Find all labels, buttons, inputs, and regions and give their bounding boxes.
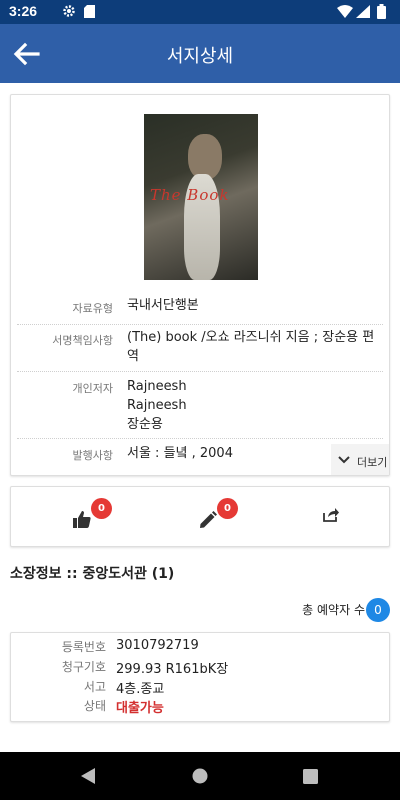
info-row-personal-author: 개인저자 Rajneesh Rajneesh 장순용	[17, 372, 383, 439]
call-number: 299.93 R161bK장	[116, 662, 229, 677]
page-title: 서지상세	[166, 46, 234, 67]
info-value: (The) book /오쇼 라즈니쉬 지음 ; 장순용 편역	[127, 330, 375, 364]
system-nav-bar	[0, 752, 400, 800]
info-row-publication: 발행사항 서울 : 들녘 , 2004	[17, 439, 383, 471]
signal-icon	[356, 5, 370, 18]
holding-row-registration: 등록번호 3010792719	[11, 638, 389, 657]
loan-status: 대출가능	[116, 701, 164, 716]
info-label: 발행사항	[72, 449, 113, 462]
info-label: 개인저자	[72, 382, 113, 395]
holding-row-call-number: 청구기호 299.93 R161bK장	[11, 658, 389, 677]
write-review-button[interactable]: 0	[189, 497, 238, 537]
holding-row-status: 상태 대출가능	[11, 697, 389, 716]
review-count-badge: 0	[217, 498, 238, 519]
app-bar: 서지상세	[0, 24, 400, 83]
info-value: 국내서단행본	[127, 298, 199, 313]
author-name: 장순용	[127, 417, 163, 432]
like-button[interactable]: 0	[63, 497, 112, 537]
holding-item-card[interactable]: 등록번호 3010792719 청구기호 299.93 R161bK장 서고 4…	[10, 632, 390, 722]
author-name: Rajneesh	[127, 398, 187, 413]
holdings-title: 소장정보 :: 중앙도서관 (1)	[10, 566, 175, 582]
thumbs-up-icon	[73, 511, 91, 528]
info-label: 자료유형	[72, 302, 113, 315]
info-row-title-statement: 서명책임사항 (The) book /오쇼 라즈니쉬 지음 ; 장순용 편역	[17, 325, 383, 372]
status-time: 3:26	[9, 3, 38, 19]
cover-title: The Book	[150, 186, 230, 204]
reserve-count-badge: 0	[366, 598, 390, 622]
pencil-icon	[200, 511, 217, 528]
bibliographic-detail-card: The Book 자료유형 국내서단행본 서명책임사항 (The) book /…	[10, 94, 390, 476]
reserve-label: 총 예약자 수	[302, 603, 365, 617]
status-bar: 3:26	[0, 0, 400, 24]
nav-back-icon[interactable]	[80, 768, 96, 784]
h-label: 상태	[83, 699, 106, 713]
shelf-location: 4층.종교	[116, 682, 165, 697]
wifi-icon	[337, 5, 353, 18]
h-label: 서고	[83, 680, 106, 694]
action-bar-card: 0 0	[10, 486, 390, 547]
chevron-down-icon	[338, 456, 350, 464]
battery-icon	[377, 4, 386, 19]
share-icon	[323, 508, 339, 522]
more-button[interactable]: 더보기	[331, 444, 389, 475]
share-button[interactable]	[312, 497, 352, 537]
holding-row-location: 서고 4층.종교	[11, 678, 389, 697]
nav-recents-icon[interactable]	[303, 769, 318, 784]
h-label: 청구기호	[61, 660, 106, 674]
book-cover-image: The Book	[144, 114, 258, 280]
like-count-badge: 0	[91, 498, 112, 519]
author-name: Rajneesh	[127, 379, 187, 394]
registration-number: 3010792719	[116, 638, 199, 653]
sd-card-icon	[84, 5, 95, 18]
more-label: 더보기	[357, 456, 388, 469]
info-label: 서명책임사항	[52, 334, 113, 347]
gear-icon	[63, 5, 75, 17]
nav-home-icon[interactable]	[192, 768, 208, 784]
info-row-material-type: 자료유형 국내서단행본	[17, 293, 383, 325]
h-label: 등록번호	[61, 640, 106, 654]
